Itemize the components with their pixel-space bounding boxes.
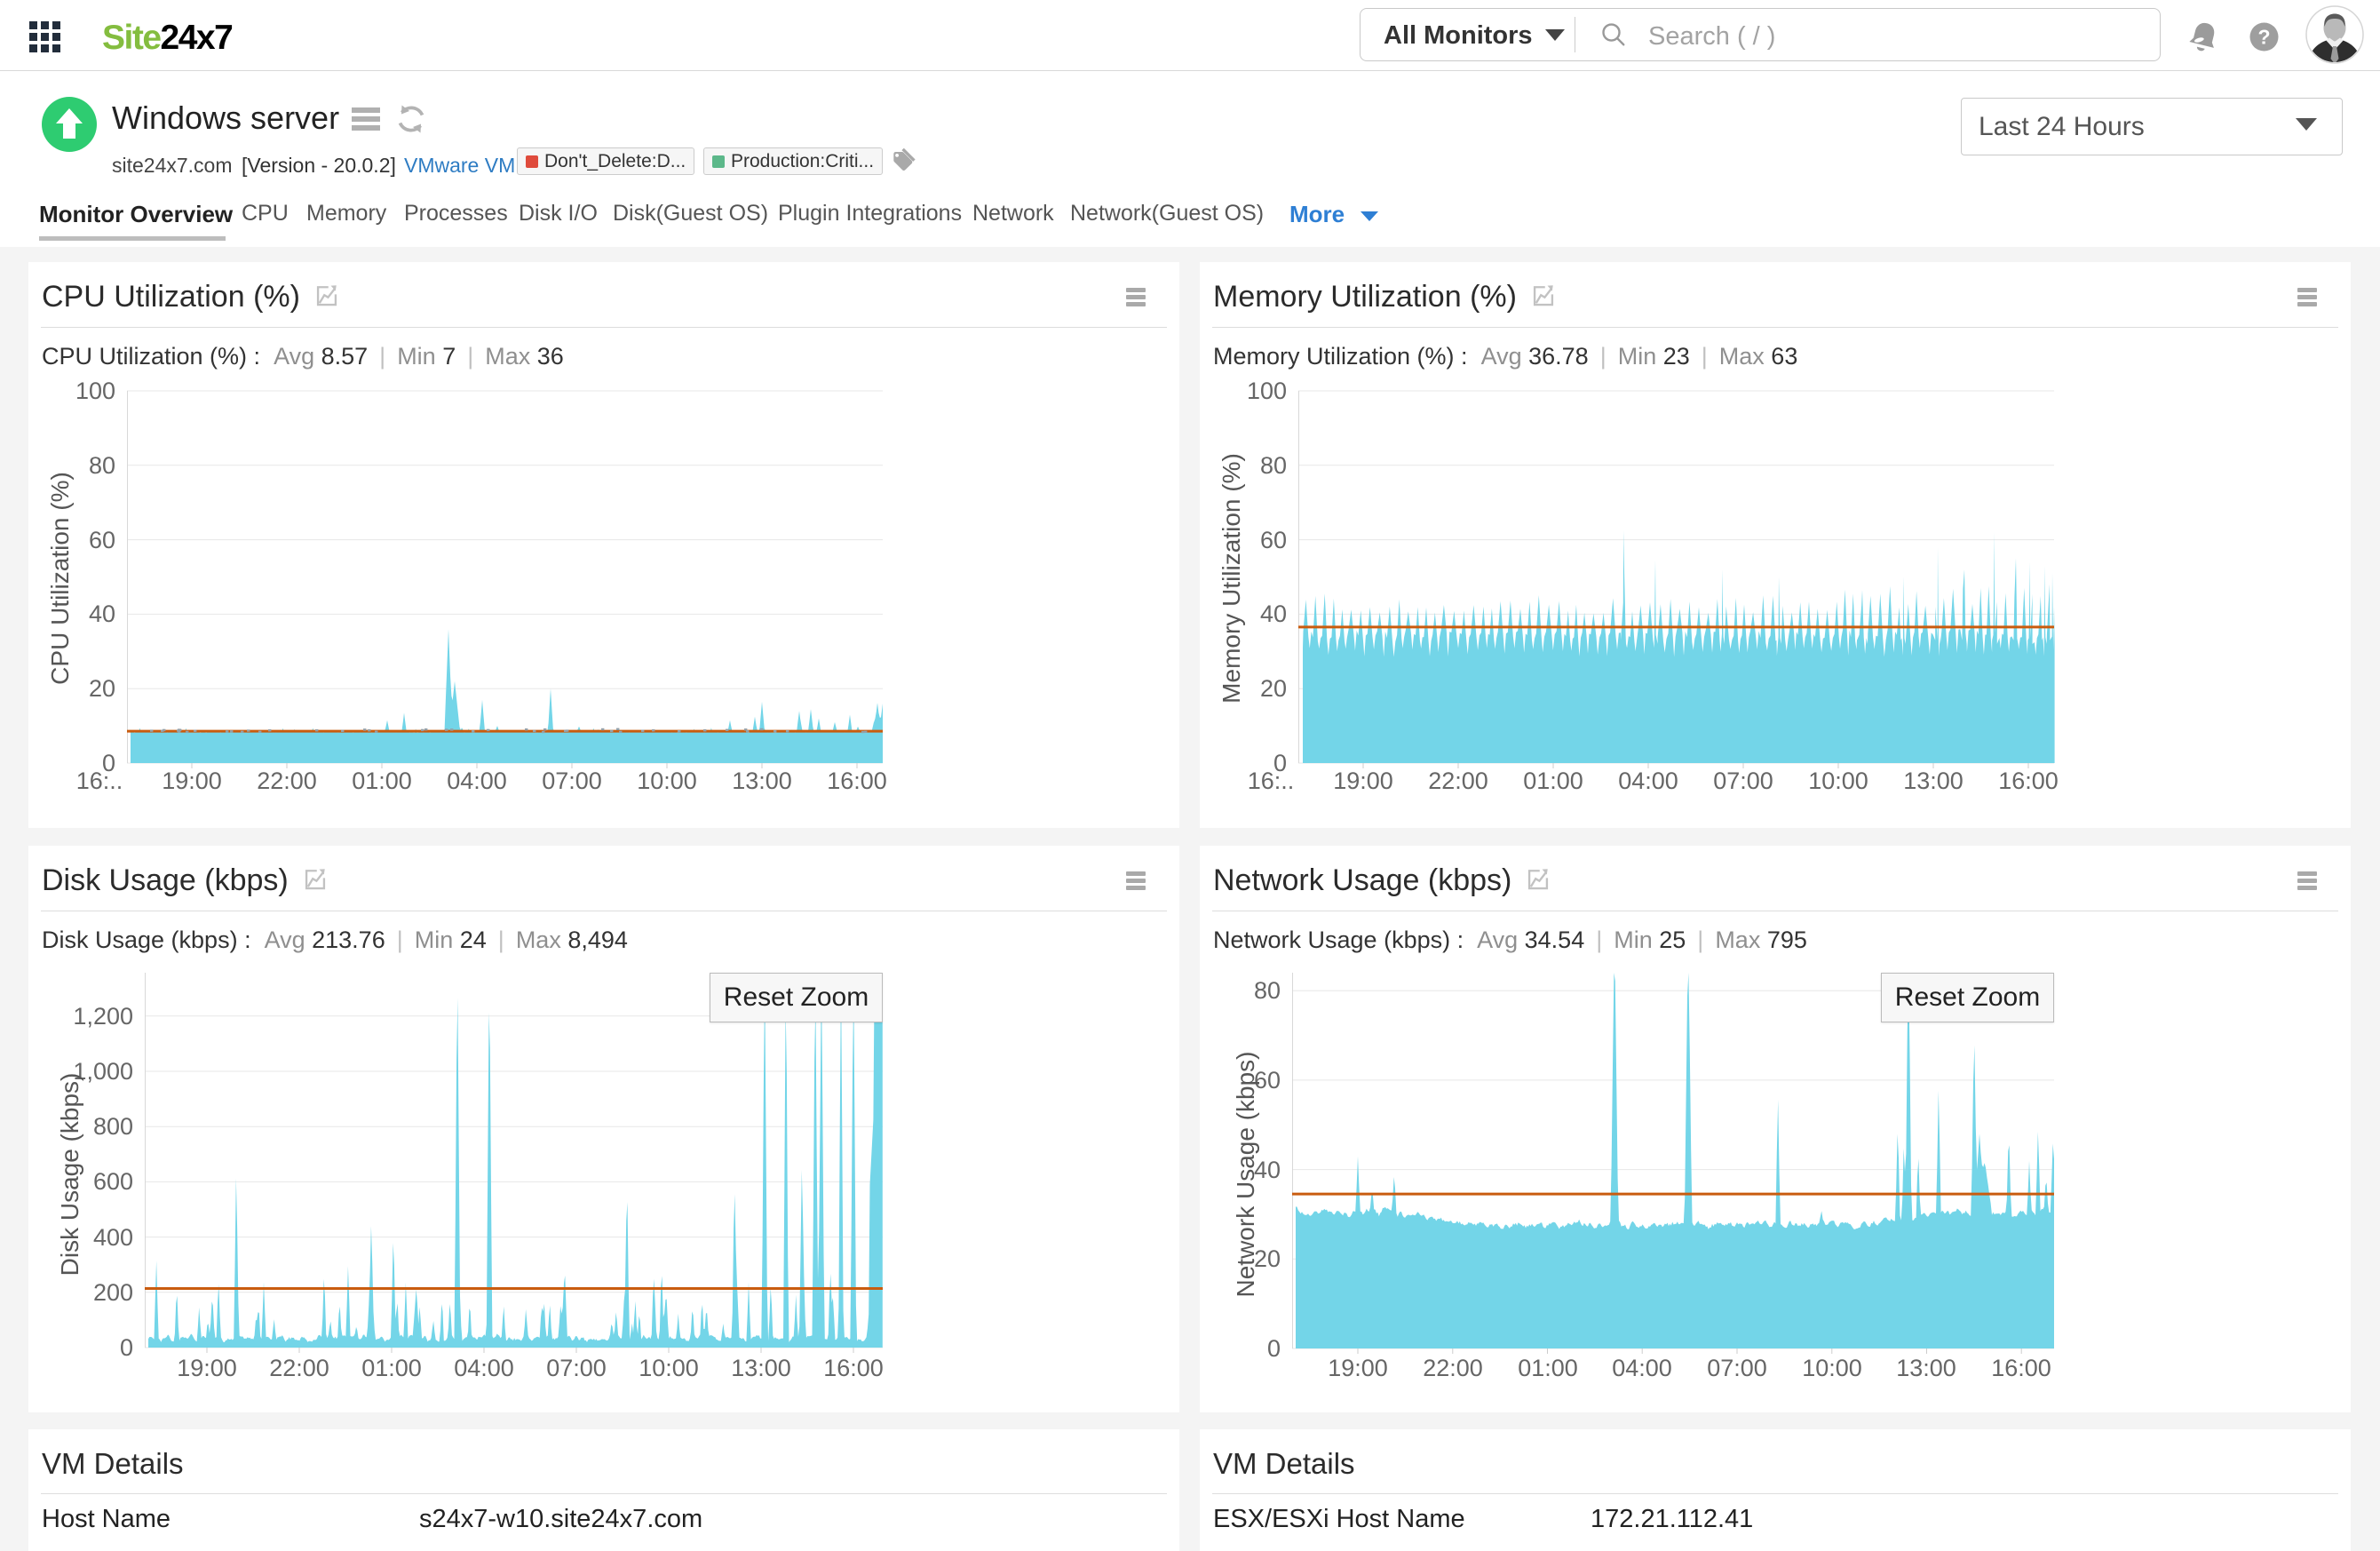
svg-text:?: ? — [2257, 26, 2270, 49]
